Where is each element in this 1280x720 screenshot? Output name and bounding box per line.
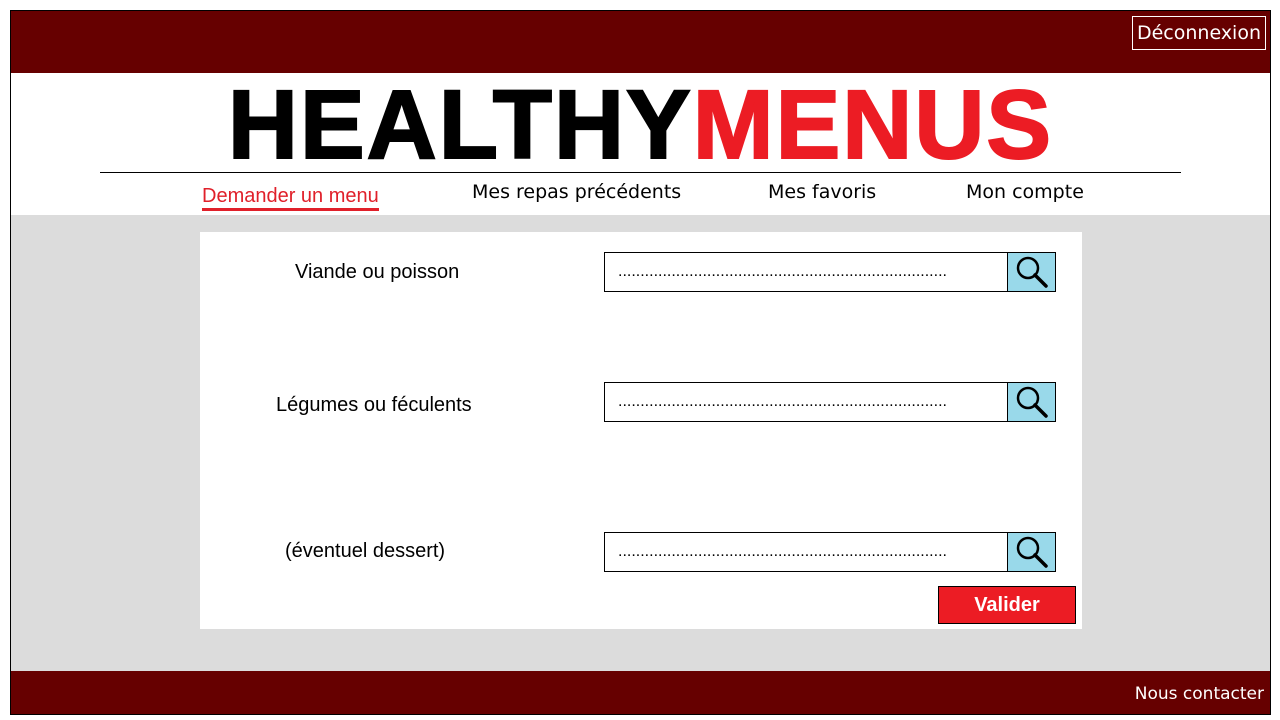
meat-fish-field: ........................................… bbox=[604, 252, 1056, 292]
logo: HEALTHYMENUS bbox=[11, 74, 1270, 176]
dessert-search-button[interactable] bbox=[1007, 533, 1055, 571]
top-bar: Déconnexion bbox=[11, 11, 1270, 73]
meat-fish-search-button[interactable] bbox=[1007, 253, 1055, 291]
search-icon bbox=[1016, 386, 1048, 418]
contact-link[interactable]: Nous contacter bbox=[1135, 684, 1264, 704]
nav-request-menu[interactable]: Demander un menu bbox=[202, 185, 379, 211]
dessert-field: ........................................… bbox=[604, 532, 1056, 572]
header: HEALTHYMENUS Demander un menu Mes repas … bbox=[11, 73, 1270, 215]
header-divider bbox=[100, 172, 1181, 173]
footer: Nous contacter bbox=[11, 671, 1270, 714]
field-label-dessert: (éventuel dessert) bbox=[285, 540, 446, 562]
page-frame: Déconnexion HEALTHYMENUS Demander un men… bbox=[10, 10, 1271, 715]
field-label-meat-fish: Viande ou poisson bbox=[295, 261, 460, 283]
nav-my-account[interactable]: Mon compte bbox=[966, 181, 1084, 203]
vegetables-starches-search-button[interactable] bbox=[1007, 383, 1055, 421]
field-label-vegetables-starches: Légumes ou féculents bbox=[276, 394, 472, 416]
logo-text-healthy: HEALTHY bbox=[227, 70, 693, 179]
nav-previous-meals[interactable]: Mes repas précédents bbox=[472, 181, 681, 203]
logout-button[interactable]: Déconnexion bbox=[1132, 16, 1266, 50]
vegetables-starches-input[interactable]: ........................................… bbox=[618, 383, 998, 421]
menu-request-form: Viande ou poisson ......................… bbox=[200, 232, 1082, 629]
nav-favorites[interactable]: Mes favoris bbox=[768, 181, 876, 203]
dessert-input[interactable]: ........................................… bbox=[618, 533, 998, 571]
search-icon bbox=[1016, 256, 1048, 288]
meat-fish-input[interactable]: ........................................… bbox=[618, 253, 998, 291]
vegetables-starches-field: ........................................… bbox=[604, 382, 1056, 422]
search-icon bbox=[1016, 536, 1048, 568]
validate-button[interactable]: Valider bbox=[938, 586, 1076, 624]
logo-text-menus: MENUS bbox=[692, 70, 1054, 179]
